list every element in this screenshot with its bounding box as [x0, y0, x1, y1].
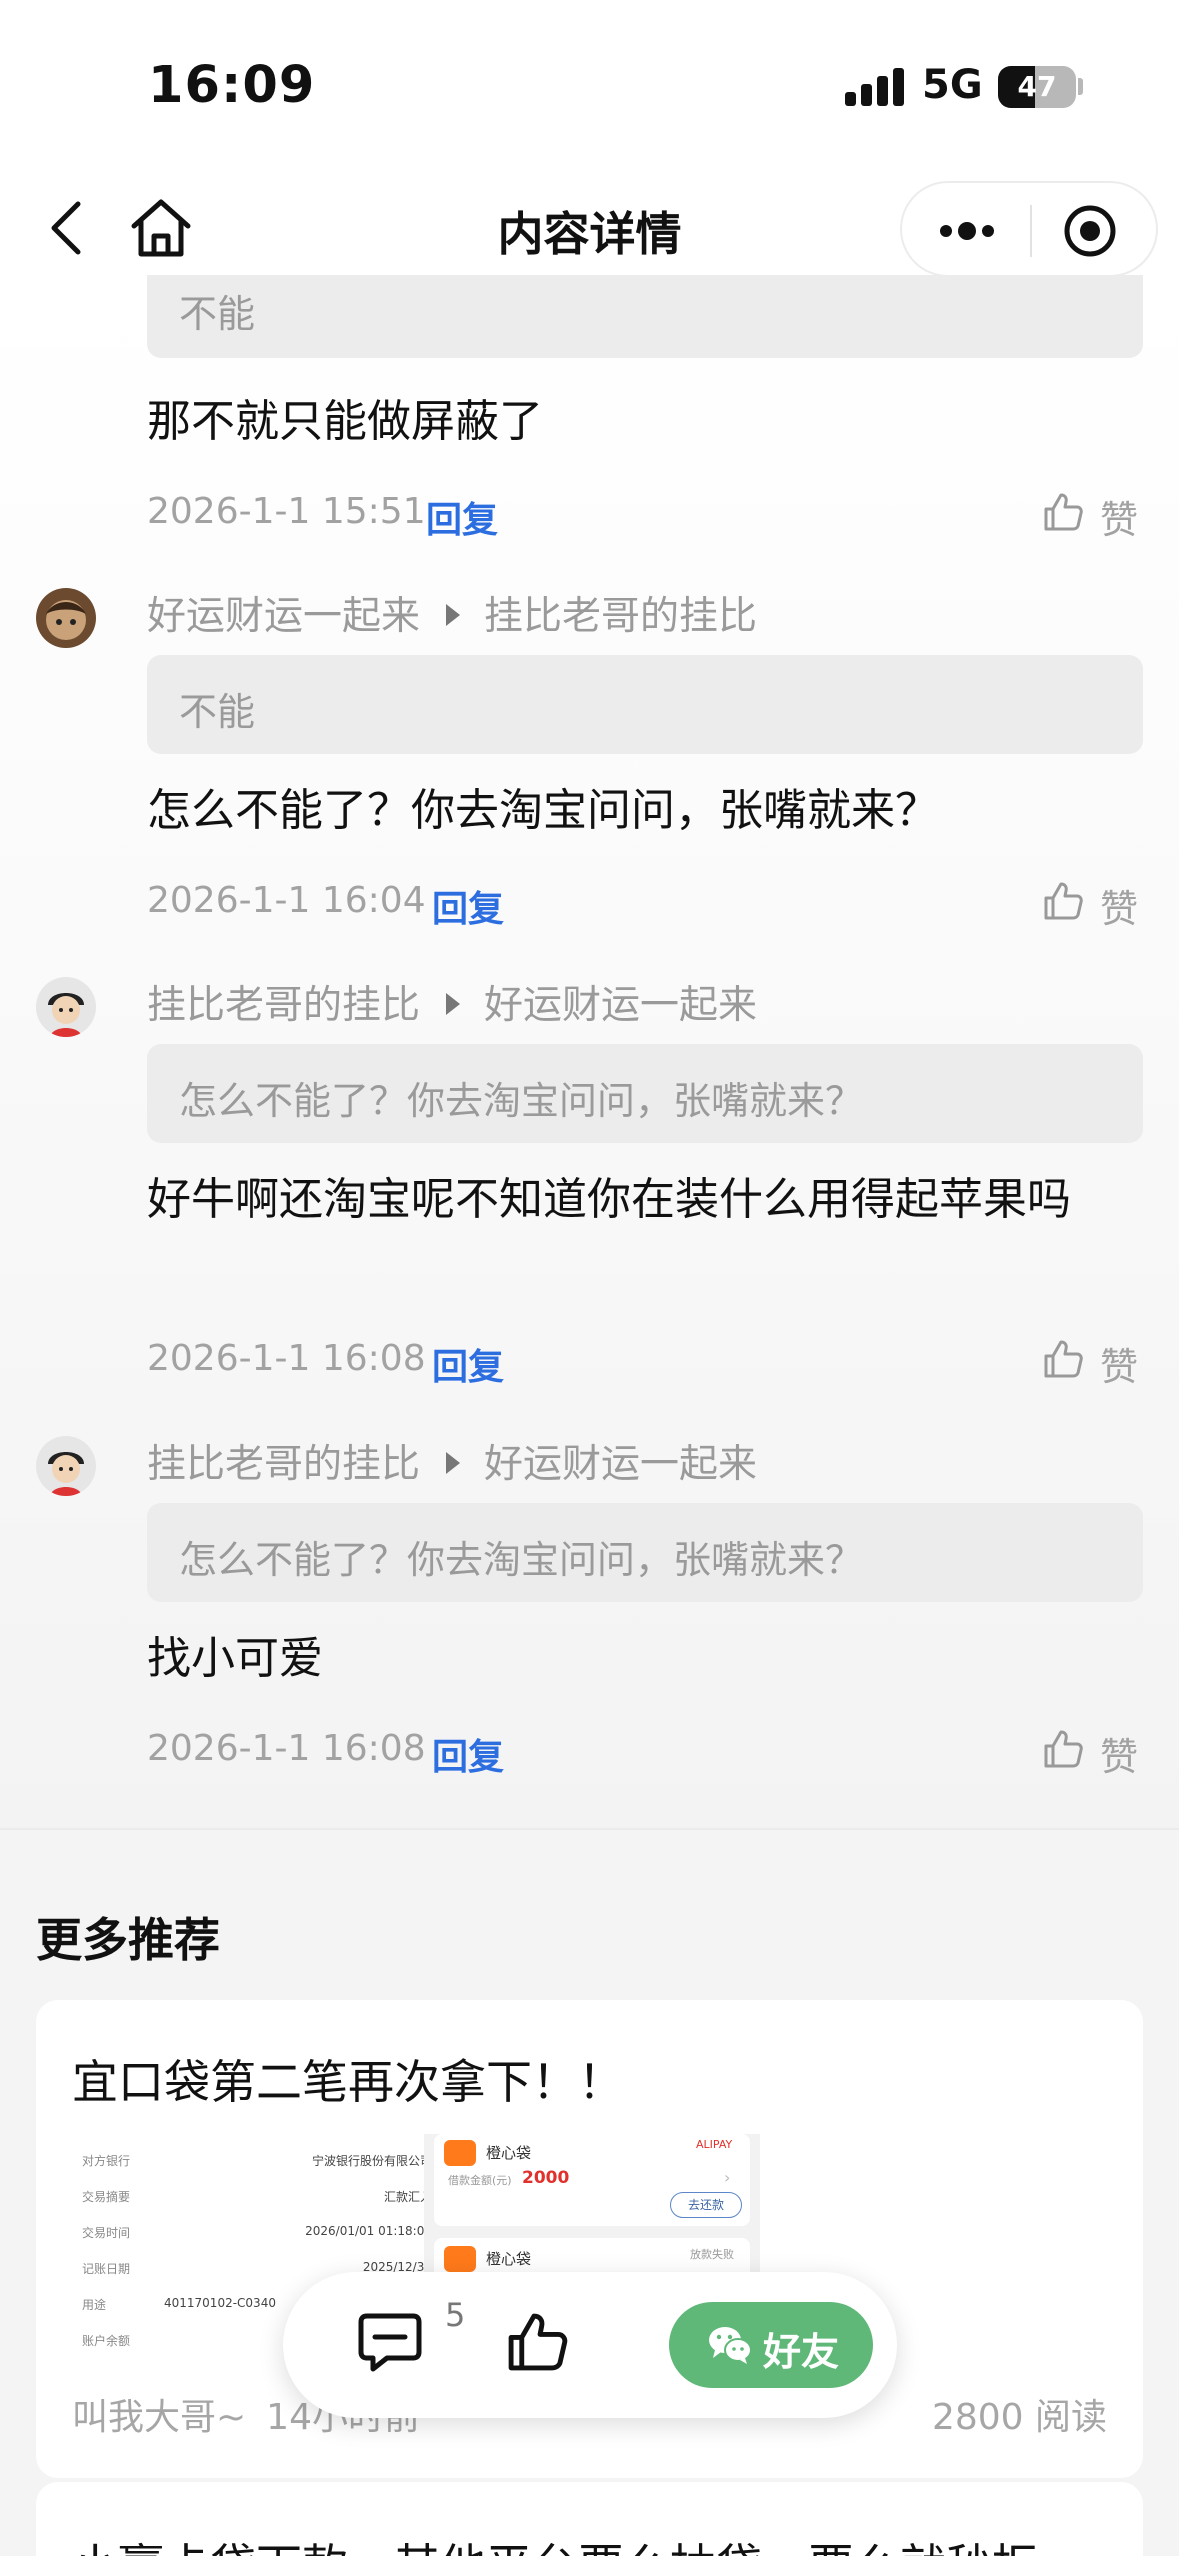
reply-arrow-icon — [446, 604, 461, 626]
card-title[interactable]: 宜口袋第二笔再次拿下！！ — [72, 2046, 624, 2112]
avatar[interactable] — [36, 1436, 96, 1496]
like-label[interactable]: 赞 — [1100, 489, 1138, 544]
loan-logo-icon — [444, 2246, 476, 2272]
read-count: 2800 阅读 — [931, 2397, 1107, 2438]
reply-button[interactable]: 回复 — [432, 1728, 504, 1780]
more-dots-icon[interactable] — [932, 203, 1002, 259]
quoted-comment: 怎么不能了？你去淘宝问问，张嘴就来？ — [147, 1044, 1143, 1143]
loan-logo-icon — [444, 2140, 476, 2166]
receipt-key: 交易时间 — [82, 2226, 131, 2240]
mini-program-capsule — [900, 181, 1158, 277]
comment-time: 2026-1-1 15:51 — [147, 491, 426, 532]
comment-text: 找小可爱 — [147, 1633, 323, 1684]
receipt-key: 账户余额 — [82, 2334, 131, 2348]
receipt-key: 对方银行 — [82, 2154, 131, 2168]
target-name[interactable]: 挂比老哥的挂比 — [484, 594, 757, 639]
card-title[interactable]: 小赢卡贷下款，其他平台要么抽贷，要么就秒拒 — [72, 2530, 1038, 2556]
signal-icon — [845, 68, 905, 106]
comment-authors: 好运财运一起来 挂比老哥的挂比 — [147, 585, 757, 641]
reply-button[interactable]: 回复 — [426, 491, 498, 543]
quoted-text: 不能 — [179, 690, 256, 734]
quoted-text: 怎么不能了？你去淘宝问问，张嘴就来？ — [179, 1538, 864, 1582]
network-label: 5G — [922, 62, 983, 108]
receipt-key: 交易摘要 — [82, 2190, 131, 2204]
reply-button[interactable]: 回复 — [432, 880, 504, 932]
quoted-comment: 不能 — [147, 275, 1143, 358]
comment-time: 2026-1-1 16:08 — [147, 1338, 426, 1379]
thumbs-up-icon[interactable] — [1042, 1338, 1084, 1380]
author-name[interactable]: 挂比老哥的挂比 — [147, 983, 420, 1028]
battery-level: 47 — [1017, 70, 1057, 103]
like-label[interactable]: 赞 — [1100, 1336, 1138, 1391]
thumbs-up-icon[interactable] — [1042, 880, 1084, 922]
quoted-comment: 不能 — [147, 655, 1143, 754]
avatar[interactable] — [36, 588, 96, 648]
quoted-comment: 怎么不能了？你去淘宝问问，张嘴就来？ — [147, 1503, 1143, 1602]
comment-count: 5 — [445, 2296, 466, 2334]
battery-icon: 47 — [998, 66, 1076, 108]
thumbs-up-icon[interactable] — [1042, 1728, 1084, 1770]
more-recommendations: 更多推荐 宜口袋第二笔再次拿下！！ 对方银行 宁波银行股份有限公司 交易摘要 汇款汇… — [0, 1830, 1179, 2556]
loan-card: 橙心袋 ALIPAY 借款金额(元) 2000 › 去还款 — [434, 2134, 750, 2226]
like-label[interactable]: 赞 — [1100, 1726, 1138, 1781]
receipt-value: 2026/01/01 01:18:03 — [305, 2224, 432, 2238]
author-name[interactable]: 叫我大哥~ — [72, 2397, 246, 2438]
loan-name: 橙心袋 — [486, 2250, 532, 2268]
quoted-text: 怎么不能了？你去淘宝问问，张嘴就来？ — [179, 1079, 864, 1123]
share-friend-button[interactable]: 好友 — [669, 2302, 873, 2388]
receipt-value: 401170102-C0340 — [164, 2296, 276, 2310]
status-bar: 16:09 5G 47 — [0, 0, 1179, 160]
battery-tip — [1078, 78, 1083, 95]
loan-repay-button: 去还款 — [670, 2192, 742, 2218]
loan-amount: 2000 — [522, 2168, 570, 2188]
reply-arrow-icon — [446, 1452, 461, 1474]
comment-text: 好牛啊还淘宝呢不知道你在装什么用得起苹果吗 — [147, 1174, 1071, 1225]
status-time: 16:09 — [148, 56, 316, 115]
reply-button[interactable]: 回复 — [432, 1338, 504, 1390]
like-label[interactable]: 赞 — [1100, 878, 1138, 933]
loan-tag: ALIPAY — [696, 2138, 733, 2151]
comment-text: 怎么不能了？你去淘宝问问，张嘴就来？ — [147, 785, 939, 836]
author-name[interactable]: 好运财运一起来 — [147, 594, 420, 639]
receipt-key: 用途 — [82, 2298, 107, 2312]
target-name[interactable]: 好运财运一起来 — [484, 1442, 757, 1487]
comment-authors: 挂比老哥的挂比 好运财运一起来 — [147, 974, 757, 1030]
author-name[interactable]: 挂比老哥的挂比 — [147, 1442, 420, 1487]
wechat-icon — [707, 2324, 753, 2366]
comment-authors: 挂比老哥的挂比 好运财运一起来 — [147, 1433, 757, 1489]
receipt-key: 记账日期 — [82, 2262, 131, 2276]
comment-text: 那不就只能做屏蔽了 — [147, 396, 543, 447]
target-name[interactable]: 好运财运一起来 — [484, 983, 757, 1028]
loan-name: 橙心袋 — [486, 2144, 532, 2162]
comment-list: 不能 那不就只能做屏蔽了 2026-1-1 15:51 回复 赞 好运财运一起来… — [0, 275, 1179, 1828]
floating-action-bar: 5 好友 — [283, 2272, 897, 2418]
capsule-divider — [1030, 205, 1032, 257]
recommendation-card[interactable]: 小赢卡贷下款，其他平台要么抽贷，要么就秒拒 — [36, 2482, 1143, 2556]
loan-status: 放款失败 — [690, 2248, 734, 2261]
loan-sub: 借款金额(元) — [448, 2174, 512, 2187]
avatar[interactable] — [36, 977, 96, 1037]
comment-icon[interactable] — [357, 2312, 423, 2374]
comment-time: 2026-1-1 16:04 — [147, 880, 426, 921]
chevron-right-icon: › — [724, 2168, 731, 2187]
section-title: 更多推荐 — [36, 1913, 220, 1967]
target-close-icon[interactable] — [1060, 201, 1120, 261]
thumbs-up-icon[interactable] — [1042, 491, 1084, 533]
quoted-text: 不能 — [179, 292, 256, 336]
comment-time: 2026-1-1 16:08 — [147, 1728, 426, 1769]
receipt-value: 宁波银行股份有限公司 — [311, 2154, 432, 2168]
reply-arrow-icon — [446, 993, 461, 1015]
thumbs-up-icon[interactable] — [505, 2310, 569, 2374]
friend-label[interactable]: 好友 — [763, 2321, 839, 2376]
